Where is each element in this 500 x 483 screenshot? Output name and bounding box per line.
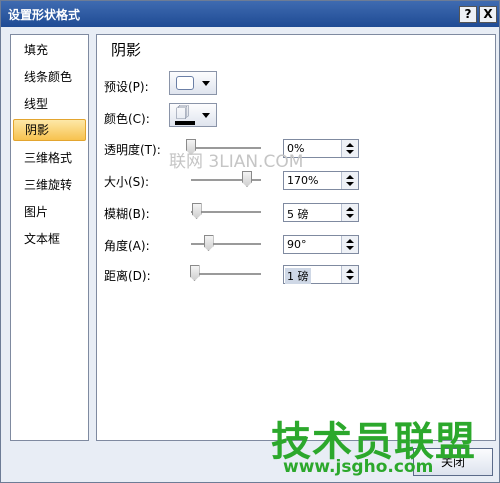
sidebar-item-shadow[interactable]: 阴影 bbox=[13, 119, 86, 141]
preset-label: 预设(P): bbox=[104, 80, 149, 94]
title-bar: 设置形状格式 ? X bbox=[1, 1, 499, 27]
help-button[interactable]: ? bbox=[459, 6, 477, 23]
sidebar-item-3d-format[interactable]: 三维格式 bbox=[13, 147, 86, 169]
category-list: 填充 线条颜色 线型 阴影 三维格式 三维旋转 图片 文本框 bbox=[10, 34, 89, 441]
current-color-bar bbox=[175, 121, 195, 125]
angle-value: 90° bbox=[287, 238, 307, 251]
section-title: 阴影 bbox=[111, 41, 142, 59]
sidebar-item-line-color[interactable]: 线条颜色 bbox=[13, 66, 86, 88]
angle-input[interactable]: 90° bbox=[283, 235, 359, 254]
size-input[interactable]: 170% bbox=[283, 171, 359, 190]
distance-input[interactable]: 1 磅 bbox=[283, 265, 359, 284]
distance-value: 1 磅 bbox=[285, 268, 311, 284]
angle-slider-track bbox=[191, 243, 261, 246]
size-spinner[interactable] bbox=[341, 172, 358, 189]
blur-spinner[interactable] bbox=[341, 204, 358, 221]
watermark-url: www.jsgho.com bbox=[283, 457, 434, 477]
distance-label: 距离(D): bbox=[104, 269, 151, 283]
sidebar-item-text-box[interactable]: 文本框 bbox=[13, 228, 86, 250]
color-dropdown[interactable]: 🗍 bbox=[169, 103, 217, 127]
distance-slider-track bbox=[191, 273, 261, 276]
preset-swatch bbox=[176, 76, 194, 90]
sidebar-item-fill[interactable]: 填充 bbox=[13, 39, 86, 61]
blur-value: 5 磅 bbox=[287, 208, 309, 221]
format-shape-dialog: 设置形状格式 ? X 填充 线条颜色 线型 阴影 三维格式 三维旋转 图片 文本… bbox=[0, 0, 500, 483]
sidebar-item-3d-rotation[interactable]: 三维旋转 bbox=[13, 174, 86, 196]
watermark-top: 联网 3LIAN.COM bbox=[169, 152, 304, 172]
paint-bucket-icon: 🗍 bbox=[176, 106, 189, 121]
angle-label: 角度(A): bbox=[104, 239, 150, 253]
color-label: 颜色(C): bbox=[104, 112, 150, 126]
preset-dropdown[interactable] bbox=[169, 71, 217, 95]
close-icon[interactable]: X bbox=[479, 6, 497, 23]
blur-label: 模糊(B): bbox=[104, 207, 150, 221]
angle-spinner[interactable] bbox=[341, 236, 358, 253]
distance-spinner[interactable] bbox=[341, 266, 358, 283]
size-label: 大小(S): bbox=[104, 175, 150, 189]
size-value: 170% bbox=[287, 174, 319, 187]
chevron-down-icon bbox=[202, 113, 210, 118]
sidebar-item-line-style[interactable]: 线型 bbox=[13, 93, 86, 115]
blur-input[interactable]: 5 磅 bbox=[283, 203, 359, 222]
transparency-spinner[interactable] bbox=[341, 140, 358, 157]
sidebar-item-picture[interactable]: 图片 bbox=[13, 201, 86, 223]
transparency-label: 透明度(T): bbox=[104, 143, 161, 157]
dialog-title: 设置形状格式 bbox=[8, 8, 81, 22]
chevron-down-icon bbox=[202, 81, 210, 86]
